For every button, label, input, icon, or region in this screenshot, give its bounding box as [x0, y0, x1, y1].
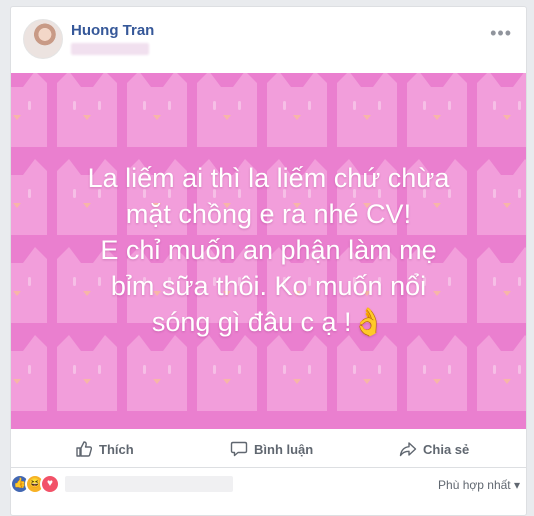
like-button[interactable]: Thích: [75, 440, 134, 458]
post-text-line: La liếm ai thì la liếm chứ chừa: [87, 163, 450, 193]
more-options-icon[interactable]: •••: [490, 23, 512, 44]
comment-sort-dropdown[interactable]: Phù hợp nhất ▾: [438, 478, 520, 492]
avatar[interactable]: [23, 19, 63, 59]
share-label: Chia sẻ: [423, 441, 470, 457]
comment-icon: [230, 441, 248, 457]
post-card: Huong Tran ••• La liếm ai thì la liếm ch…: [10, 6, 527, 516]
chevron-down-icon: ▾: [513, 478, 520, 492]
share-button[interactable]: Chia sẻ: [399, 440, 469, 458]
like-label: Thích: [99, 441, 134, 457]
thumbs-up-icon: [76, 441, 93, 457]
love-icon: ♥: [40, 474, 60, 494]
post-meta-redacted: [71, 43, 149, 55]
reaction-summary[interactable]: 👍 😆 ♥: [10, 474, 60, 494]
author-name[interactable]: Huong Tran: [71, 22, 154, 39]
post-text-line: E chỉ muốn an phận làm mẹ: [100, 235, 437, 265]
comment-button[interactable]: Bình luận: [230, 440, 313, 458]
post-text-line: sóng gì đâu c ạ !👌: [151, 307, 386, 337]
sort-label: Phù hợp nhất: [438, 478, 511, 492]
post-actions-bar: Thích Bình luận Chia sẻ: [11, 433, 526, 468]
post-header: Huong Tran •••: [11, 7, 526, 73]
post-background: La liếm ai thì la liếm chứ chừa mặt chồn…: [11, 73, 526, 429]
comment-label: Bình luận: [254, 441, 314, 457]
share-icon: [399, 442, 417, 457]
post-text-line: mặt chồng e ra nhé CV!: [125, 199, 412, 229]
post-text-line: bỉm sữa thôi. Ko muốn nổi: [110, 271, 427, 301]
reaction-names-redacted: [65, 476, 233, 492]
post-text: La liếm ai thì la liếm chứ chừa mặt chồn…: [11, 160, 526, 340]
